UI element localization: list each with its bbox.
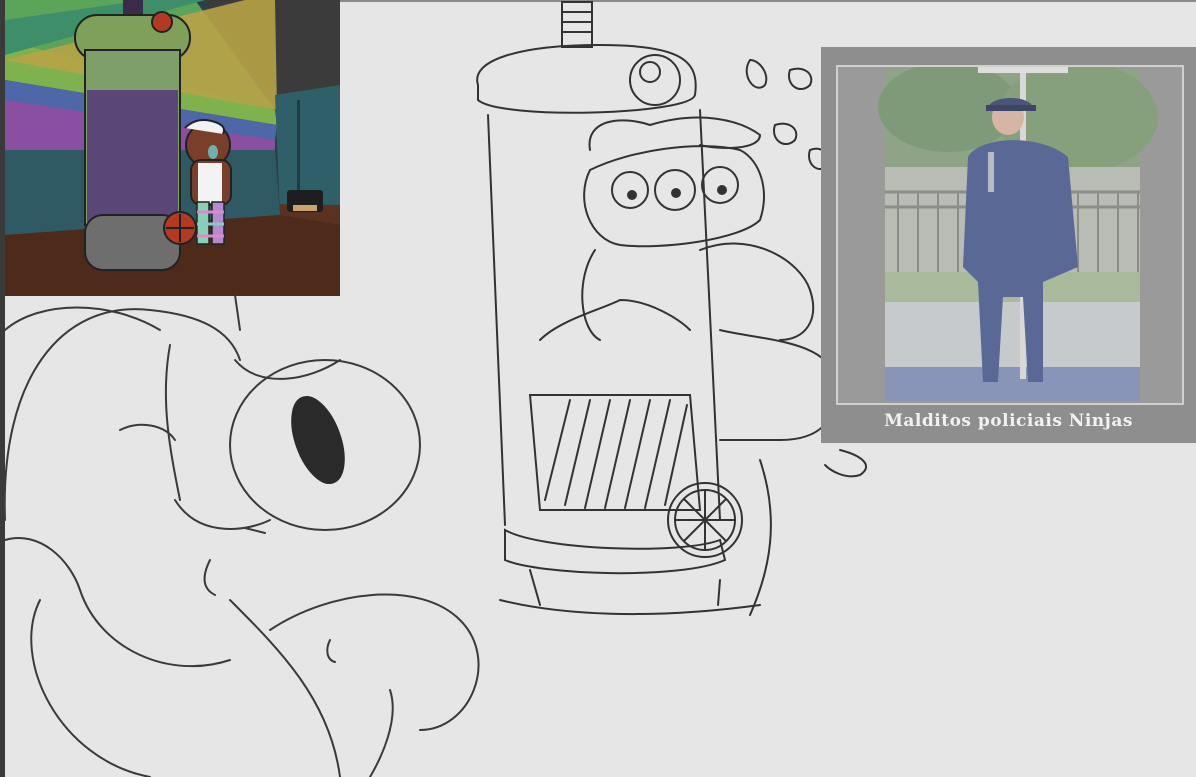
drawing-canvas[interactable]: Malditos policiais Ninjas	[0, 0, 1196, 777]
meme-photo-frame	[836, 65, 1184, 405]
character-head-sketch	[0, 290, 500, 777]
meme-caption: Malditos policiais Ninjas	[884, 411, 1133, 431]
meme-reference-photo[interactable]: Malditos policiais Ninjas	[821, 47, 1196, 443]
cartoon-reference-image[interactable]	[5, 0, 340, 296]
